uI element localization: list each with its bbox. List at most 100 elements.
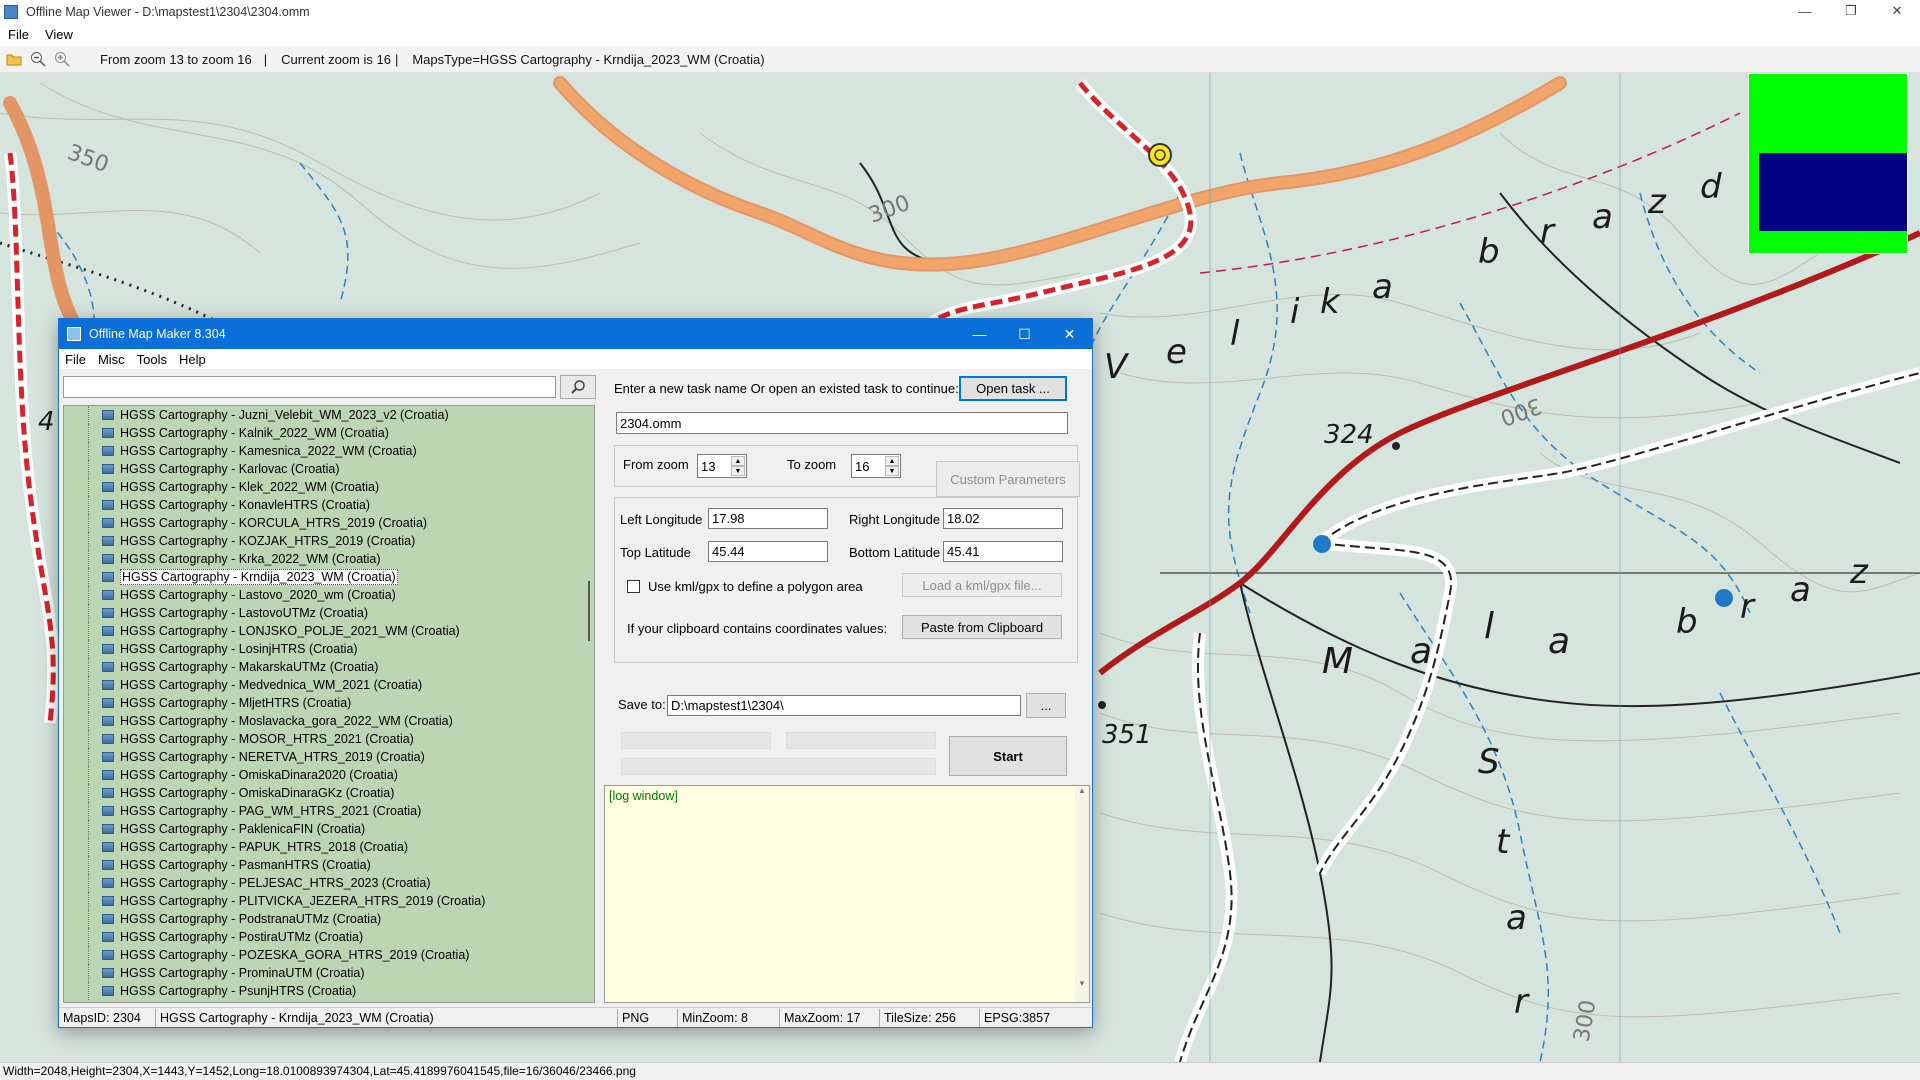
paste-from-clipboard-button[interactable]: Paste from Clipboard: [902, 615, 1062, 639]
tree-item[interactable]: HGSS Cartography - PodstranaUTMz (Croati…: [64, 910, 586, 928]
menu-tools[interactable]: Tools: [131, 352, 173, 367]
close-icon[interactable]: ✕: [1047, 319, 1092, 349]
tree-item[interactable]: HGSS Cartography - LONJSKO_POLJE_2021_WM…: [64, 622, 586, 640]
tree-item[interactable]: HGSS Cartography - KonavleHTRS (Croatia): [64, 496, 586, 514]
tree-item[interactable]: HGSS Cartography - OmiskaDinara2020 (Cro…: [64, 766, 586, 784]
right-longitude-input[interactable]: 18.02: [943, 508, 1063, 529]
svg-text:z: z: [1647, 182, 1667, 222]
svg-text:k: k: [1320, 282, 1341, 322]
scroll-down-icon[interactable]: ▼: [1075, 979, 1089, 988]
search-input[interactable]: [63, 376, 556, 398]
tree-item[interactable]: HGSS Cartography - LosinjHTRS (Croatia): [64, 640, 586, 658]
search-button[interactable]: [560, 375, 596, 399]
tree-item-label: HGSS Cartography - PsunjHTRS (Croatia): [120, 984, 357, 998]
svg-text:b: b: [1478, 232, 1500, 272]
to-zoom-spinner[interactable]: 16 ▲ ▼: [851, 454, 901, 478]
tree-item[interactable]: HGSS Cartography - PLITVICKA_JEZERA_HTRS…: [64, 892, 586, 910]
tree-item[interactable]: HGSS Cartography - KOZJAK_HTRS_2019 (Cro…: [64, 532, 586, 550]
log-window[interactable]: [log window] ▲ ▼: [604, 785, 1090, 1003]
save-to-input[interactable]: D:\mapstest1\2304\: [667, 695, 1021, 716]
tree-connector: [88, 820, 89, 838]
map-source-icon: [102, 770, 114, 780]
dialog-titlebar[interactable]: Offline Map Maker 8.304 — ☐ ✕: [59, 319, 1092, 349]
tree-item[interactable]: HGSS Cartography - Kalnik_2022_WM (Croat…: [64, 424, 586, 442]
tree-item[interactable]: HGSS Cartography - PasmanHTRS (Croatia): [64, 856, 586, 874]
bottom-latitude-label: Bottom Latitude: [849, 545, 941, 560]
spin-down-icon[interactable]: ▼: [885, 466, 899, 476]
clipboard-hint-label: If your clipboard contains coordinates v…: [627, 621, 888, 636]
tree-item[interactable]: HGSS Cartography - KORCULA_HTRS_2019 (Cr…: [64, 514, 586, 532]
tree-item[interactable]: HGSS Cartography - MljetHTRS (Croatia): [64, 694, 586, 712]
open-folder-icon[interactable]: [4, 49, 24, 69]
tree-item[interactable]: HGSS Cartography - Klek_2022_WM (Croatia…: [64, 478, 586, 496]
menu-misc[interactable]: Misc: [92, 352, 131, 367]
progress-bar-total: [621, 758, 936, 775]
poi-marker-icon[interactable]: [1148, 143, 1172, 167]
zoom-in-icon[interactable]: [52, 49, 72, 69]
tree-item[interactable]: HGSS Cartography - Juzni_Velebit_WM_2023…: [64, 406, 586, 424]
menu-file[interactable]: File: [59, 352, 92, 367]
zoom-out-icon[interactable]: [28, 49, 48, 69]
tree-item[interactable]: HGSS Cartography - MOSOR_HTRS_2021 (Croa…: [64, 730, 586, 748]
tree-item[interactable]: HGSS Cartography - PELJESAC_HTRS_2023 (C…: [64, 874, 586, 892]
maximize-icon[interactable]: ☐: [1002, 319, 1047, 349]
tree-item[interactable]: HGSS Cartography - POZESKA_GORA_HTRS_201…: [64, 946, 586, 964]
from-zoom-spinner[interactable]: 13 ▲ ▼: [697, 454, 747, 478]
tree-item[interactable]: HGSS Cartography - PostiraUTMz (Croatia): [64, 928, 586, 946]
top-latitude-input[interactable]: 45.44: [708, 541, 828, 562]
waypoint-icon[interactable]: [1313, 535, 1331, 553]
tree-scrollbar[interactable]: [584, 406, 594, 1002]
scroll-up-icon[interactable]: ▲: [1075, 786, 1089, 795]
browse-folder-button[interactable]: ...: [1026, 693, 1066, 718]
load-kml-button[interactable]: Load a kml/gpx file...: [902, 573, 1062, 597]
spin-up-icon[interactable]: ▲: [885, 456, 899, 466]
tree-item[interactable]: HGSS Cartography - Krka_2022_WM (Croatia…: [64, 550, 586, 568]
tree-item[interactable]: HGSS Cartography - Krndija_2023_WM (Croa…: [64, 568, 586, 586]
tree-item[interactable]: HGSS Cartography - LastovoUTMz (Croatia): [64, 604, 586, 622]
menu-help[interactable]: Help: [173, 352, 212, 367]
open-task-button[interactable]: Open task ...: [959, 376, 1067, 401]
overview-viewport[interactable]: [1759, 153, 1907, 231]
tree-connector: [88, 928, 89, 946]
spin-down-icon[interactable]: ▼: [731, 466, 745, 476]
overview-navigator[interactable]: [1748, 73, 1908, 254]
tree-item-label: HGSS Cartography - PAG_WM_HTRS_2021 (Cro…: [120, 804, 422, 818]
maximize-icon[interactable]: ❐: [1828, 0, 1874, 22]
bottom-latitude-input[interactable]: 45.41: [943, 541, 1063, 562]
menu-view[interactable]: View: [37, 27, 81, 42]
tree-item[interactable]: HGSS Cartography - Kamesnica_2022_WM (Cr…: [64, 442, 586, 460]
minimize-icon[interactable]: —: [1782, 0, 1828, 22]
tree-connector: [88, 982, 89, 1000]
map-source-tree[interactable]: HGSS Cartography - Juzni_Velebit_WM_2023…: [63, 405, 595, 1003]
left-longitude-input[interactable]: 17.98: [708, 508, 828, 529]
minimize-icon[interactable]: —: [957, 319, 1002, 349]
close-icon[interactable]: ✕: [1874, 0, 1920, 22]
task-name-input[interactable]: 2304.omm: [616, 412, 1068, 434]
tree-item[interactable]: HGSS Cartography - PAPUK_HTRS_2018 (Croa…: [64, 838, 586, 856]
waypoint-icon[interactable]: [1715, 589, 1733, 607]
tree-item-label: HGSS Cartography - LastovoUTMz (Croatia): [120, 606, 368, 620]
tree-item[interactable]: HGSS Cartography - Medvednica_WM_2021 (C…: [64, 676, 586, 694]
custom-parameters-button[interactable]: Custom Parameters: [936, 461, 1080, 497]
tree-item[interactable]: HGSS Cartography - Lastovo_2020_wm (Croa…: [64, 586, 586, 604]
tree-item[interactable]: HGSS Cartography - PaklenicaFIN (Croatia…: [64, 820, 586, 838]
tree-item[interactable]: HGSS Cartography - Karlovac (Croatia): [64, 460, 586, 478]
tree-item-label: HGSS Cartography - KonavleHTRS (Croatia): [120, 498, 371, 512]
current-zoom-text: Current zoom is 16: [281, 51, 391, 67]
tree-item[interactable]: HGSS Cartography - PsunjHTRS (Croatia): [64, 982, 586, 1000]
use-kml-checkbox[interactable]: [627, 580, 640, 593]
tree-item[interactable]: HGSS Cartography - MakarskaUTMz (Croatia…: [64, 658, 586, 676]
map-source-icon: [102, 680, 114, 690]
tree-item[interactable]: HGSS Cartography - OmiskaDinaraGKz (Croa…: [64, 784, 586, 802]
start-button[interactable]: Start: [949, 736, 1067, 776]
spin-up-icon[interactable]: ▲: [731, 456, 745, 466]
menu-file[interactable]: File: [0, 27, 37, 42]
scrollbar-thumb[interactable]: [588, 581, 590, 641]
tree-item[interactable]: HGSS Cartography - ProminaUTM (Croatia): [64, 964, 586, 982]
tree-item[interactable]: HGSS Cartography - NERETVA_HTRS_2019 (Cr…: [64, 748, 586, 766]
tree-item[interactable]: HGSS Cartography - PAG_WM_HTRS_2021 (Cro…: [64, 802, 586, 820]
tree-item[interactable]: HGSS Cartography - Moslavacka_gora_2022_…: [64, 712, 586, 730]
tree-item-label: HGSS Cartography - PodstranaUTMz (Croati…: [120, 912, 382, 926]
status-epsg: EPSG:3857: [984, 1010, 1051, 1025]
log-scrollbar[interactable]: ▲ ▼: [1075, 786, 1089, 1002]
